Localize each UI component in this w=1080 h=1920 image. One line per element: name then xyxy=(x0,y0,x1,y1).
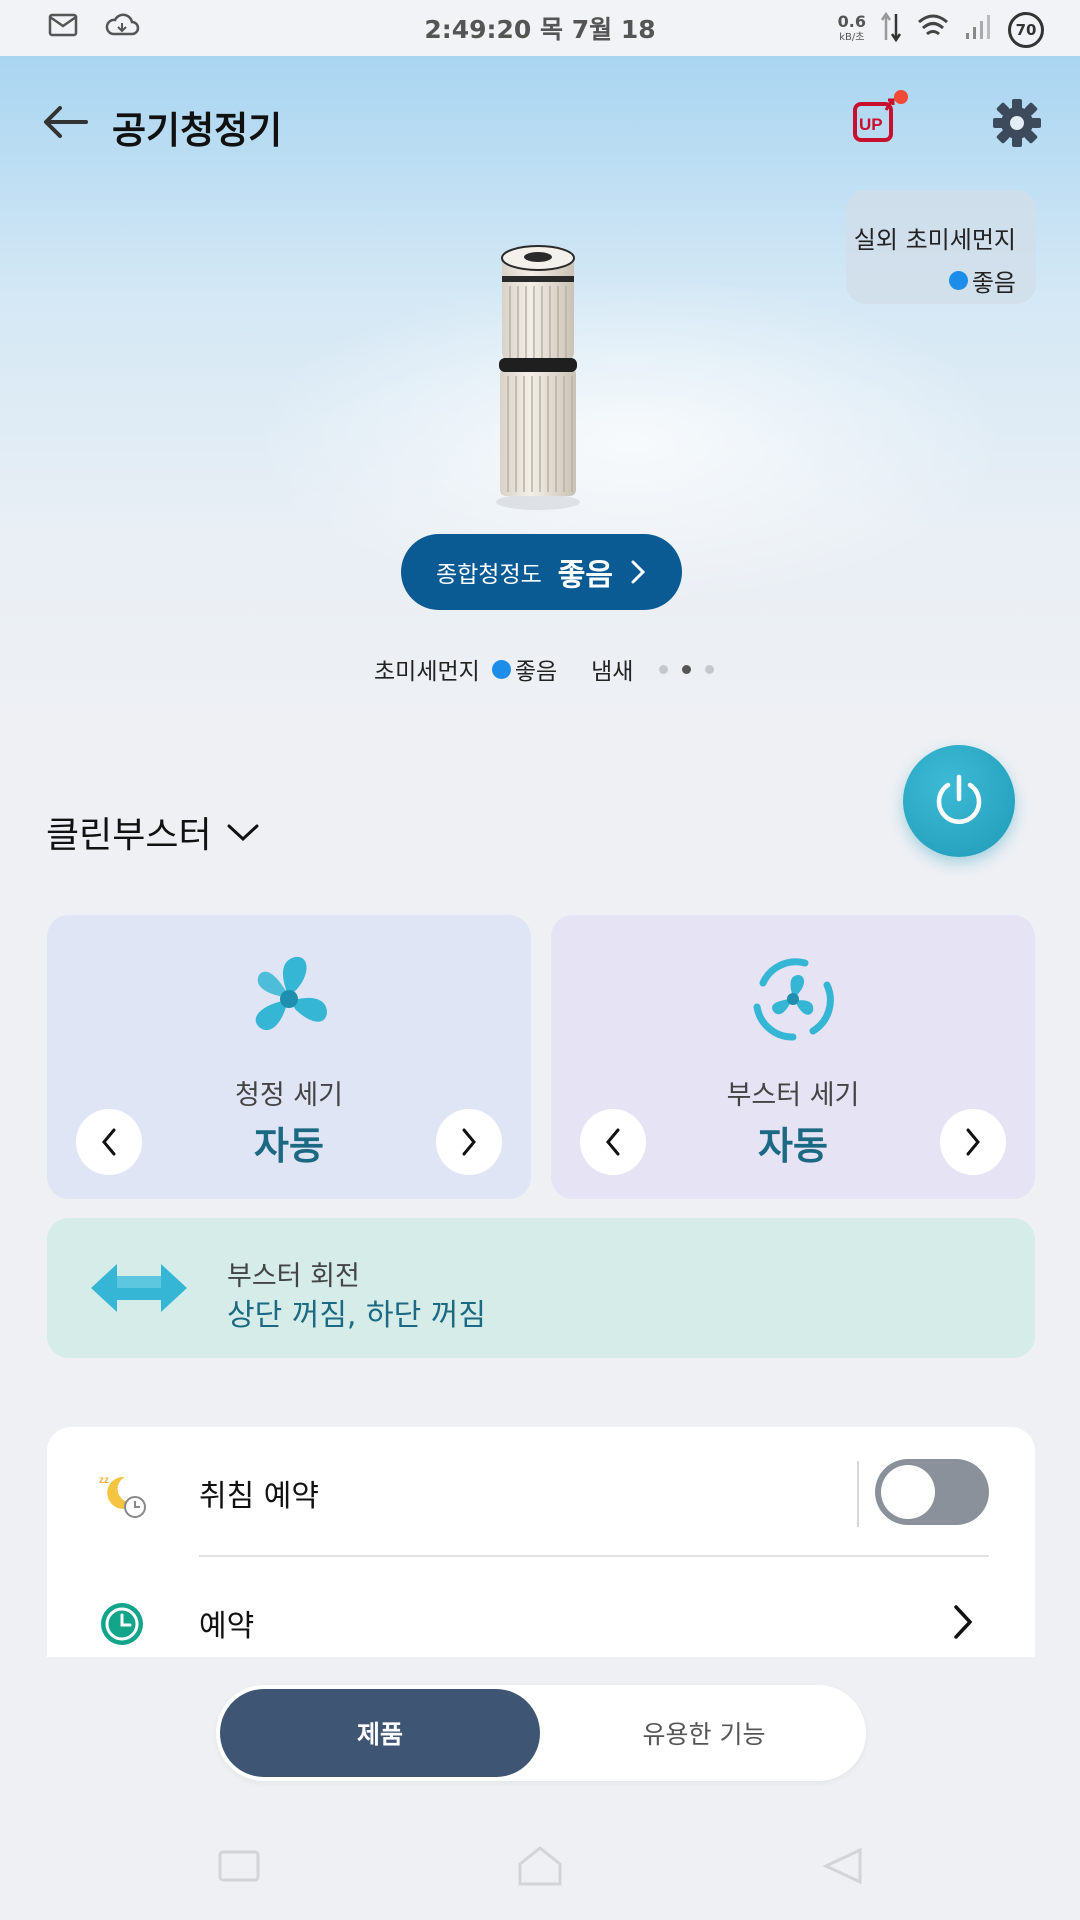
battery-indicator: 70 xyxy=(1008,12,1044,48)
pager-dot xyxy=(705,664,715,674)
sleep-reservation-label: 취침 예약 xyxy=(199,1479,319,1514)
chevron-right-icon xyxy=(954,1605,973,1639)
booster-fan-icon xyxy=(753,958,834,1041)
fine-dust-label: 초미세먼지 xyxy=(374,659,480,685)
overall-label: 종합청정도 xyxy=(435,562,542,588)
settings-button[interactable] xyxy=(990,96,1044,150)
mode-dropdown[interactable]: 클린부스터 xyxy=(46,806,260,858)
reservation-label: 예약 xyxy=(199,1609,255,1644)
chevron-right-icon xyxy=(631,560,646,584)
recents-button[interactable] xyxy=(214,1844,264,1888)
outdoor-status: 좋음 xyxy=(971,269,1016,297)
booster-strength-label: 부스터 세기 xyxy=(726,1080,860,1111)
gear-icon xyxy=(993,99,1041,147)
tab-useful-features[interactable]: 유용한 기능 xyxy=(546,1689,862,1777)
app-bar: 공기청정기 UP xyxy=(0,56,1080,188)
booster-strength-decrease-button[interactable] xyxy=(580,1109,646,1175)
clean-strength-increase-button[interactable] xyxy=(436,1109,502,1175)
network-speed: 0.6 kB/초 xyxy=(837,12,866,44)
pager-dot xyxy=(659,664,669,674)
back-triangle-icon xyxy=(822,1847,862,1885)
back-nav-button[interactable] xyxy=(818,1844,868,1888)
bottom-tab-switch: 제품 유용한 기능 xyxy=(216,1685,866,1781)
sleep-moon-icon: zz xyxy=(99,1475,146,1518)
up-badge-icon: UP xyxy=(853,98,895,142)
fine-dust-value: 좋음 xyxy=(514,659,558,685)
list-item-sleep-reservation: zz 취침 예약 xyxy=(47,1427,1035,1557)
back-button[interactable] xyxy=(40,102,90,142)
fan-icon xyxy=(255,956,327,1031)
upgrade-button[interactable]: UP xyxy=(852,96,896,144)
clean-strength-card: 청정 세기 자동 xyxy=(47,915,531,1199)
smell-label: 냄새 xyxy=(591,659,634,685)
double-arrow-icon xyxy=(91,1264,187,1312)
sensor-pager[interactable] xyxy=(659,664,715,674)
chevron-down-icon xyxy=(227,824,259,842)
page-title: 공기청정기 xyxy=(112,109,283,152)
overall-air-quality-button[interactable]: 종합청정도 좋음 xyxy=(401,534,682,610)
booster-strength-increase-button[interactable] xyxy=(940,1109,1006,1175)
power-button[interactable] xyxy=(903,745,1015,857)
sleep-reservation-toggle[interactable] xyxy=(875,1459,989,1525)
divider xyxy=(857,1461,859,1527)
wifi-icon xyxy=(916,12,950,48)
rotation-value: 상단 꺼짐, 하단 꺼짐 xyxy=(227,1298,486,1333)
outdoor-fine-dust-card: 실외 초미세먼지 좋음 xyxy=(846,190,1036,304)
booster-rotation-card[interactable]: 부스터 회전 상단 꺼짐, 하단 꺼짐 xyxy=(47,1218,1035,1358)
recents-icon xyxy=(218,1850,260,1882)
data-transfer-icon xyxy=(880,10,902,50)
clean-strength-decrease-button[interactable] xyxy=(76,1109,142,1175)
chevron-left-icon xyxy=(606,1128,620,1156)
outdoor-label: 실외 초미세먼지 xyxy=(853,226,1016,254)
chevron-right-icon xyxy=(966,1128,980,1156)
svg-text:UP: UP xyxy=(859,115,883,134)
fine-dust-status-dot xyxy=(491,659,511,679)
status-dot xyxy=(948,271,968,290)
home-icon xyxy=(518,1846,562,1886)
toggle-knob xyxy=(881,1465,935,1519)
air-purifier-image xyxy=(488,240,588,510)
sensor-readings: 초미세먼지 좋음 냄새 xyxy=(374,652,715,686)
overall-value: 좋음 xyxy=(557,558,613,593)
home-button[interactable] xyxy=(515,1844,565,1888)
rotation-label: 부스터 회전 xyxy=(227,1261,360,1292)
power-icon xyxy=(936,774,982,824)
mode-label: 클린부스터 xyxy=(46,815,212,856)
notification-dot xyxy=(894,90,908,104)
clean-strength-label: 청정 세기 xyxy=(235,1080,343,1111)
tab-product[interactable]: 제품 xyxy=(220,1689,540,1777)
back-arrow-icon xyxy=(44,106,88,138)
cellular-signal-icon xyxy=(964,13,994,47)
svg-text:zz: zz xyxy=(99,1475,109,1486)
pager-dot-active xyxy=(682,664,692,674)
chevron-left-icon xyxy=(102,1128,116,1156)
chevron-right-icon xyxy=(462,1128,476,1156)
system-nav-bar xyxy=(0,1830,1080,1900)
status-bar: 2:49:20 목 7월 18 0.6 kB/초 70 xyxy=(0,0,1080,56)
clock-icon xyxy=(101,1603,143,1645)
booster-strength-card: 부스터 세기 자동 xyxy=(551,915,1035,1199)
